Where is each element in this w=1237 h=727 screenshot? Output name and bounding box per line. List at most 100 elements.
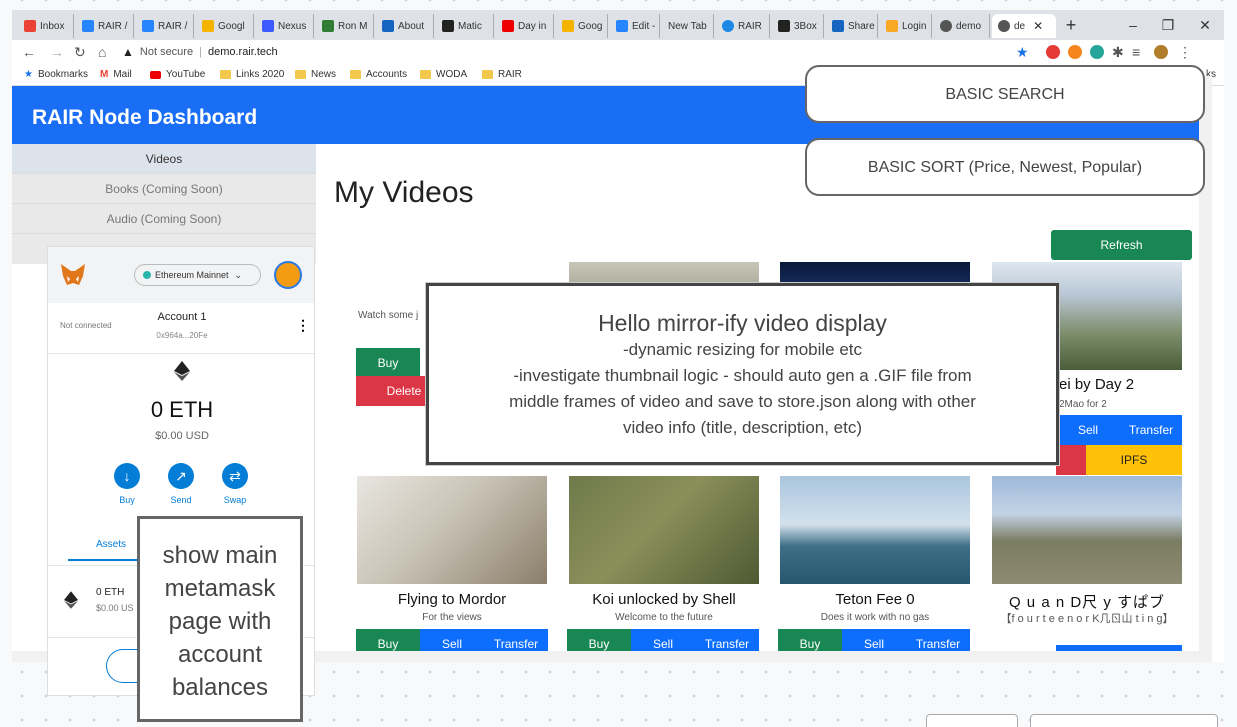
adblock-icon[interactable] <box>1046 45 1060 59</box>
globe-icon <box>998 20 1010 32</box>
tab-login[interactable]: Login <box>880 14 932 38</box>
note-basic-search: BASIC SEARCH <box>805 65 1205 123</box>
sidebar-item-books[interactable]: Books (Coming Soon) <box>12 174 316 204</box>
tab-about[interactable]: About <box>376 14 434 38</box>
video-desc: 2Mao for 2 <box>1059 399 1107 410</box>
menu-kebab-icon[interactable]: ⋮ <box>1178 44 1192 61</box>
gmail-icon: M <box>100 69 109 80</box>
bookmark-bookmarks[interactable]: ★ Bookmarks <box>24 69 88 80</box>
metamask-ext-icon[interactable] <box>1068 45 1082 59</box>
address-bar-row: ← → ↻ ⌂ ▲ Not secure | demo.rair.tech ★ … <box>12 40 1224 64</box>
ipfs-button[interactable]: IPFS <box>1086 445 1182 475</box>
video-title: ei by Day 2 <box>1059 376 1135 393</box>
tab-assets[interactable]: Assets <box>96 539 126 550</box>
tab-rair-3[interactable]: RAIR <box>716 14 770 38</box>
tab-gmail[interactable]: Inbox <box>18 14 74 38</box>
tab-rair-1[interactable]: RAIR / <box>76 14 134 38</box>
account-avatar[interactable] <box>274 261 302 289</box>
video-thumbnail[interactable] <box>780 476 970 584</box>
bottom-control[interactable] <box>1030 714 1218 727</box>
asset-amount[interactable]: 0 ETH <box>96 587 124 598</box>
note-mirror-line: -dynamic resizing for mobile etc <box>622 340 863 359</box>
restore-button[interactable]: ❐ <box>1149 10 1187 40</box>
folder-icon <box>295 70 306 79</box>
tab-demo[interactable]: demo <box>934 14 990 38</box>
video-thumbnail[interactable] <box>992 476 1182 584</box>
buy-label[interactable]: Buy <box>108 495 146 505</box>
tab-edit[interactable]: Edit - <box>610 14 660 38</box>
bookmark-star-icon[interactable]: ★ <box>1016 44 1029 61</box>
youtube-icon <box>502 20 514 32</box>
sidebar-item-audio[interactable]: Audio (Coming Soon) <box>12 204 316 234</box>
network-selector[interactable]: Ethereum Mainnet ⌄ <box>134 264 261 286</box>
tab-rair-2[interactable]: RAIR / <box>136 14 194 38</box>
buy-icon[interactable]: ↓ <box>114 463 140 489</box>
tab-nexus[interactable]: Nexus <box>256 14 314 38</box>
bookmark-youtube[interactable]: YouTube <box>150 69 205 80</box>
bookmark-news[interactable]: News <box>295 69 336 80</box>
refresh-button[interactable]: Refresh <box>1051 230 1192 260</box>
video-title: Teton Fee 0 <box>835 591 915 608</box>
bottom-control[interactable] <box>926 714 1018 727</box>
note-mirror-title: Hello mirror-ify video display <box>598 310 887 336</box>
youtube-icon <box>150 70 161 79</box>
bookmark-links[interactable]: Links 2020 <box>220 69 284 80</box>
send-label[interactable]: Send <box>162 495 200 505</box>
extensions-icon[interactable]: ✱ <box>1112 44 1124 61</box>
page-title: My Videos <box>334 176 474 209</box>
gmail-icon <box>24 20 36 32</box>
bookmark-rair[interactable]: RAIR <box>482 69 522 80</box>
extension-c-icon[interactable] <box>1090 45 1104 59</box>
tab-active[interactable]: de ✕ <box>992 14 1056 38</box>
tab-google-2[interactable]: Goog <box>556 14 608 38</box>
bookmark-mail[interactable]: M Mail <box>100 69 132 80</box>
send-icon[interactable]: ↗ <box>168 463 194 489</box>
sell-button[interactable]: Sell <box>1056 415 1120 445</box>
bookmark-woda[interactable]: WODA <box>420 69 467 80</box>
reload-icon[interactable]: ↻ <box>74 44 86 61</box>
bookmark-accounts[interactable]: Accounts <box>350 69 407 80</box>
tab-google-1[interactable]: Googl <box>196 14 254 38</box>
tc-icon <box>322 20 334 32</box>
swap-icon[interactable]: ⇄ <box>222 463 248 489</box>
close-window-button[interactable]: ✕ <box>1186 10 1224 40</box>
sidebar-item-videos[interactable]: Videos <box>12 144 316 174</box>
reading-list-icon[interactable]: ≡ <box>1132 44 1140 60</box>
matic-icon <box>442 20 454 32</box>
home-icon[interactable]: ⌂ <box>98 44 106 60</box>
usd-balance: $0.00 USD <box>155 430 209 442</box>
new-tab-button[interactable]: + <box>1052 10 1090 40</box>
forward-icon[interactable]: → <box>50 44 64 60</box>
metamask-header: Ethereum Mainnet ⌄ <box>48 247 314 303</box>
eth-balance: 0 ETH <box>150 397 214 422</box>
tab-youtube[interactable]: Day in <box>496 14 554 38</box>
profile-avatar[interactable] <box>1154 45 1168 59</box>
account-address[interactable]: 0x964a...20Fe <box>48 331 314 340</box>
3box-icon <box>778 20 790 32</box>
video-title: Flying to Mordor <box>397 591 507 608</box>
swap-label[interactable]: Swap <box>216 495 254 505</box>
video-desc-partial: Watch some j <box>358 310 419 321</box>
tab-matic[interactable]: Matic <box>436 14 494 38</box>
tab-share[interactable]: Share <box>826 14 878 38</box>
slides-icon <box>562 20 574 32</box>
delete-button[interactable] <box>1056 445 1086 475</box>
tab-ron[interactable]: Ron M <box>316 14 374 38</box>
video-thumbnail[interactable] <box>569 476 759 584</box>
account-menu-icon[interactable]: ⋮ <box>296 317 310 334</box>
tab-newtab[interactable]: New Tab <box>662 14 714 38</box>
jira-icon <box>142 20 154 32</box>
video-thumbnail[interactable] <box>357 476 547 584</box>
tab-3box[interactable]: 3Box <box>772 14 824 38</box>
metamask-fox-icon <box>61 264 85 285</box>
transfer-button[interactable]: Transfer <box>1120 415 1182 445</box>
folder-icon <box>482 70 493 79</box>
folder-icon <box>350 70 361 79</box>
account-name[interactable]: Account 1 <box>48 311 314 323</box>
omnibox[interactable]: ▲ Not secure | demo.rair.tech <box>122 42 1002 62</box>
back-icon[interactable]: ← <box>22 44 36 60</box>
buy-button[interactable]: Buy <box>356 348 420 378</box>
video-desc: 【f o u r t e e n o r K几ㄖ山 t i n g】 <box>1000 613 1174 625</box>
close-tab-icon[interactable]: ✕ <box>1033 19 1043 33</box>
minimize-button[interactable]: – <box>1114 10 1152 40</box>
